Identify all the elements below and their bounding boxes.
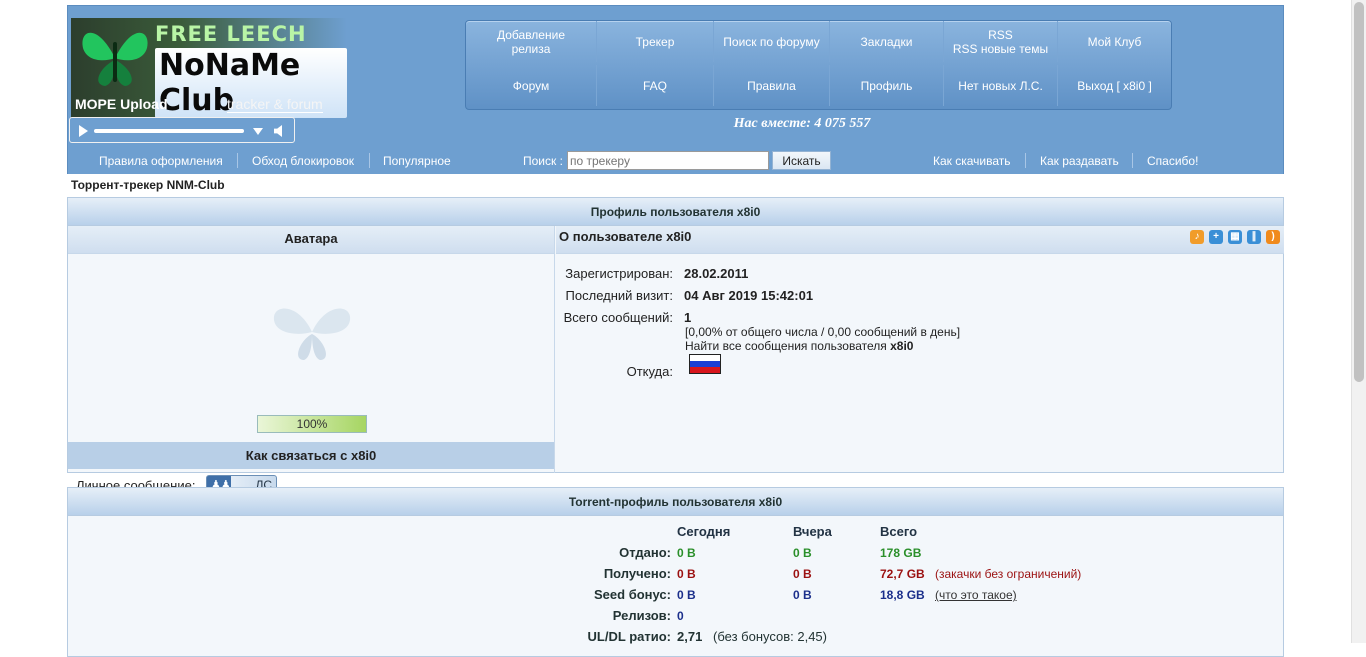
about-column: О пользователе x8i0 ♪ + ▦ ∥ ) Зарегистри…	[556, 226, 1284, 473]
last-visit-label: Последний визит:	[565, 288, 673, 303]
ratio-value: 2,71	[677, 629, 703, 644]
seed-bonus-help-link[interactable]: (что это такое)	[935, 588, 1017, 602]
last-visit-value: 04 Авг 2019 15:42:01	[684, 288, 814, 303]
online-counter: Нас вместе: 4 075 557	[733, 116, 871, 131]
avatar-column: Аватара 100% Как связаться с x8i0 Личное…	[68, 226, 555, 495]
nav-label: Добавление релиза	[497, 27, 565, 56]
uploaded-label: Отдано:	[619, 545, 671, 560]
nav-rules[interactable]: Правила	[714, 65, 830, 106]
link-thanks[interactable]: Спасибо!	[1147, 154, 1198, 168]
grid-icon[interactable]: ▦	[1228, 230, 1242, 244]
nav-forum-search[interactable]: Поиск по форуму	[714, 21, 830, 62]
profile-actions: ♪ + ▦ ∥ )	[1190, 230, 1280, 244]
releases-label: Релизов:	[612, 608, 671, 623]
col-yesterday: Вчера	[793, 524, 832, 539]
logo-tagline: tracker & forum	[227, 96, 323, 113]
volume-icon[interactable]	[274, 125, 282, 137]
logo-upload: MOPE Upload	[75, 96, 168, 112]
play-icon[interactable]	[79, 125, 88, 137]
nav-forum[interactable]: Форум	[466, 65, 597, 106]
nav-profile[interactable]: Профиль	[830, 65, 944, 106]
default-avatar-icon	[273, 308, 351, 360]
divider	[237, 153, 238, 168]
downloaded-today: 0 B	[677, 567, 696, 581]
rss-icon[interactable]: )	[1266, 230, 1280, 244]
seed-bonus-yesterday: 0 B	[793, 588, 812, 602]
russia-flag-icon	[689, 354, 721, 374]
registered-value: 28.02.2011	[684, 266, 749, 281]
link-design-rules[interactable]: Правила оформления	[99, 154, 223, 168]
torrent-profile-title: Torrent-профиль пользователя x8i0	[68, 488, 1283, 516]
page-wrapper: FREE LEECH DAY NoNaMe Club MOPE Upload t…	[67, 5, 1284, 657]
main-nav: Добавление релиза Трекер Поиск по форуму…	[465, 20, 1172, 110]
uploaded-yesterday: 0 B	[793, 546, 812, 560]
chevron-down-icon[interactable]	[253, 128, 263, 135]
search-label: Поиск :	[523, 154, 563, 168]
radio-player	[69, 117, 295, 143]
find-posts-link[interactable]: Найти все сообщения пользователя x8i0	[685, 339, 913, 353]
search-button[interactable]: Искать	[772, 151, 831, 170]
about-title: О пользователе x8i0	[559, 229, 692, 244]
downloaded-yesterday: 0 B	[793, 567, 812, 581]
divider	[1025, 153, 1026, 168]
sub-toolbar: Правила оформления Обход блокировок Попу…	[68, 147, 1283, 174]
plus-icon[interactable]: +	[1209, 230, 1223, 244]
site-header: FREE LEECH DAY NoNaMe Club MOPE Upload t…	[67, 5, 1284, 174]
col-total: Всего	[880, 524, 918, 539]
ratio-note: (без бонусов: 2,45)	[713, 629, 827, 644]
divider	[369, 153, 370, 168]
page-scrollbar[interactable]	[1351, 0, 1366, 643]
from-label: Откуда:	[626, 364, 673, 379]
link-popular[interactable]: Популярное	[383, 154, 451, 168]
downloaded-label: Получено:	[603, 566, 671, 581]
pause-icon[interactable]: ∥	[1247, 230, 1261, 244]
nav-my-club[interactable]: Мой Клуб	[1058, 21, 1171, 62]
downloaded-note: (закачки без ограничений)	[935, 567, 1082, 581]
divider	[1132, 153, 1133, 168]
nav-logout[interactable]: Выход [ x8i0 ]	[1058, 65, 1171, 106]
posts-label: Всего сообщений:	[563, 310, 673, 325]
site-logo[interactable]: FREE LEECH DAY NoNaMe Club MOPE Upload t…	[71, 18, 347, 118]
profile-panel: Профиль пользователя x8i0 Аватара 100% К…	[67, 197, 1284, 495]
posts-stats: [0,00% от общего числа / 0,00 сообщений …	[685, 325, 961, 339]
link-bypass-blocking[interactable]: Обход блокировок	[252, 154, 354, 168]
registered-label: Зарегистрирован:	[565, 266, 673, 281]
posts-row: Всего сообщений: 1	[556, 310, 1276, 325]
ratio-label: UL/DL ратио:	[587, 629, 671, 644]
search-input[interactable]	[567, 151, 769, 170]
uploaded-today: 0 B	[677, 546, 696, 560]
find-posts-user: x8i0	[890, 339, 914, 353]
nav-pm-status[interactable]: Нет новых Л.С.	[944, 65, 1058, 106]
link-how-download[interactable]: Как скачивать	[933, 154, 1011, 168]
nav-tracker[interactable]: Трекер	[597, 21, 714, 62]
butterfly-logo-icon	[82, 32, 148, 86]
contact-heading: Как связаться с x8i0	[68, 442, 554, 469]
seed-bonus-total: 18,8 GB	[880, 588, 925, 602]
releases-value[interactable]: 0	[677, 609, 684, 623]
col-today: Сегодня	[677, 524, 731, 539]
find-posts-text: Найти все сообщения пользователя	[685, 339, 887, 353]
downloaded-total: 72,7 GB	[880, 567, 925, 581]
nav-rss[interactable]: RSS RSS новые темы	[944, 21, 1058, 62]
last-visit-row: Последний визит: 04 Авг 2019 15:42:01	[556, 288, 1276, 303]
seed-bonus-label: Seed бонус:	[594, 587, 671, 602]
player-progress-bar[interactable]	[94, 129, 244, 133]
uploaded-total: 178 GB	[880, 546, 922, 560]
nav-bookmarks[interactable]: Закладки	[830, 21, 944, 62]
nav-add-release[interactable]: Добавление релиза	[466, 21, 597, 62]
avatar-heading: Аватара	[68, 226, 554, 254]
registered-row: Зарегистрирован: 28.02.2011	[556, 266, 1276, 281]
breadcrumb[interactable]: Торрент-трекер NNM-Club	[71, 178, 225, 192]
about-heading: О пользователе x8i0 ♪ + ▦ ∥ )	[556, 226, 1284, 254]
posts-value: 1	[684, 310, 692, 325]
profile-title: Профиль пользователя x8i0	[68, 198, 1283, 226]
torrent-profile-panel: Torrent-профиль пользователя x8i0 Сегодн…	[67, 487, 1284, 657]
link-how-seed[interactable]: Как раздавать	[1040, 154, 1119, 168]
rating-progress-bar: 100%	[257, 415, 367, 433]
speaker-icon[interactable]: ♪	[1190, 230, 1204, 244]
seed-bonus-today: 0 B	[677, 588, 696, 602]
scrollbar-thumb[interactable]	[1354, 2, 1364, 382]
nav-faq[interactable]: FAQ	[597, 65, 714, 106]
